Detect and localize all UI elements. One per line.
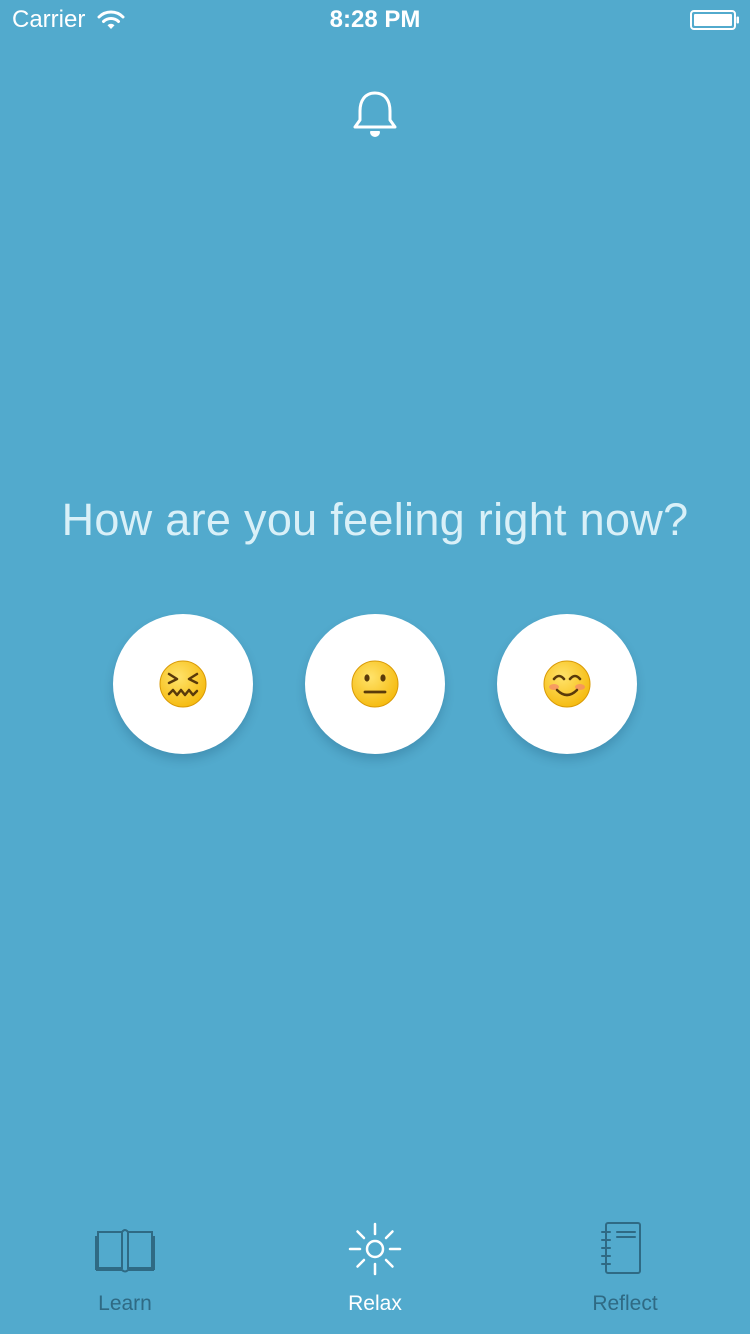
tab-bar: Learn Relax Reflect (0, 1204, 750, 1334)
tab-reflect[interactable]: Reflect (500, 1204, 750, 1334)
mood-good-button[interactable] (497, 614, 637, 754)
notebook-icon (601, 1222, 641, 1274)
tab-reflect-label: Reflect (592, 1292, 658, 1315)
smiling-face-icon (543, 660, 591, 708)
tab-relax-label: Relax (348, 1292, 402, 1315)
tab-relax[interactable]: Relax (250, 1204, 500, 1334)
tab-learn[interactable]: Learn (0, 1204, 250, 1334)
book-icon (95, 1229, 155, 1273)
mood-prompt: How are you feeling right now? (61, 494, 689, 545)
battery-icon (690, 10, 739, 30)
bell-icon[interactable] (351, 90, 399, 140)
mood-bad-button[interactable] (113, 614, 253, 754)
status-bar: Carrier 8:28 PM (0, 0, 750, 40)
neutral-face-icon (351, 660, 399, 708)
status-time: 8:28 PM (329, 6, 421, 33)
mood-selector (0, 614, 750, 754)
sun-icon (348, 1222, 402, 1276)
confounded-face-icon (159, 660, 207, 708)
mood-neutral-button[interactable] (305, 614, 445, 754)
tab-learn-label: Learn (98, 1292, 152, 1315)
